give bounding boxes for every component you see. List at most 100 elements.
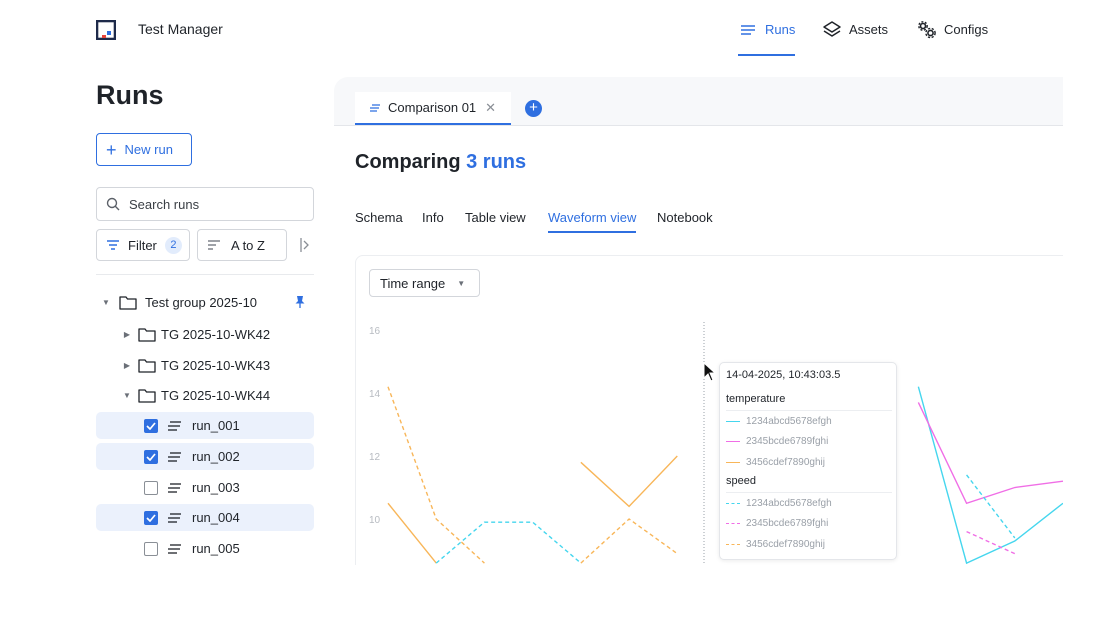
run-checkbox[interactable] (144, 541, 158, 556)
tooltip-timestamp: 14-04-2025, 10:43:03.5 (726, 369, 841, 381)
tree-folder-row[interactable]: ▼ TG 2025-10-WK44 (96, 382, 314, 409)
run-checkbox[interactable] (144, 510, 158, 525)
caret-right-icon[interactable]: ▶ (122, 361, 132, 370)
run-row-003[interactable]: run_003 (96, 474, 314, 501)
tooltip-item: 1234abcd5678efgh (726, 496, 832, 510)
legend-swatch (726, 502, 740, 504)
sort-label: A to Z (231, 237, 265, 253)
plus-icon: + (106, 139, 117, 160)
run-row-004[interactable]: run_004 (96, 504, 314, 531)
filter-label: Filter (128, 237, 157, 253)
tree-folder-label: TG 2025-10-WK44 (161, 388, 271, 403)
filter-icon (107, 240, 119, 250)
tooltip-item-label: 1234abcd5678efgh (746, 497, 832, 509)
legend-swatch (726, 461, 740, 463)
run-icon (168, 420, 181, 431)
caret-down-icon[interactable]: ▼ (122, 391, 132, 400)
run-icon (168, 451, 181, 462)
search-icon (106, 197, 120, 211)
legend-swatch (726, 522, 740, 524)
filter-button[interactable]: Filter 2 (96, 229, 190, 261)
nav-runs-label: Runs (765, 22, 796, 37)
search-box (96, 187, 314, 221)
tooltip-divider (726, 492, 892, 493)
app-logo (96, 20, 116, 40)
run-checkbox[interactable] (144, 418, 158, 433)
check-icon (146, 513, 156, 522)
run-checkbox[interactable] (144, 480, 158, 495)
y-tick-label: 12 (369, 452, 381, 463)
series-line-speed-3456cdef7890ghij (387, 386, 485, 564)
y-tick-label: 10 (369, 515, 381, 526)
check-icon (146, 452, 156, 461)
tooltip-item: 3456cdef7890ghij (726, 455, 825, 469)
series-line-speed-3456cdef7890ghij (580, 518, 678, 564)
nav-assets-label: Assets (849, 22, 889, 37)
run-icon (168, 512, 181, 523)
pin-icon[interactable] (294, 295, 306, 309)
app-title: Test Manager (138, 21, 223, 37)
tooltip-item: 3456cdef7890ghij (726, 537, 825, 551)
caret-down-icon[interactable]: ▼ (101, 298, 111, 307)
mouse-cursor-icon (703, 362, 717, 382)
series-line-speed-1234abcd5678efgh (966, 474, 1016, 539)
folder-icon (119, 295, 137, 310)
runs-icon (741, 25, 755, 35)
tooltip-item-label: 2345bcde6789fghi (746, 435, 829, 447)
folder-icon (138, 358, 156, 373)
tree-folder-row[interactable]: ▶ TG 2025-10-WK42 (96, 321, 314, 348)
sort-icon (208, 240, 220, 250)
tree-group-row[interactable]: ▼ Test group 2025-10 (96, 289, 314, 316)
run-label: run_003 (192, 480, 240, 495)
series-line-temperature-3456cdef7890ghij (580, 455, 678, 508)
series-line-speed-1234abcd5678efgh (435, 521, 582, 564)
search-input[interactable] (129, 196, 299, 212)
folder-icon (138, 388, 156, 403)
run-label: run_005 (192, 541, 240, 556)
nav-assets[interactable]: Assets (822, 20, 888, 60)
collapse-sidebar-icon[interactable] (299, 237, 311, 253)
legend-swatch (726, 440, 740, 442)
caret-right-icon[interactable]: ▶ (122, 330, 132, 339)
new-run-button[interactable]: + New run (96, 133, 192, 166)
y-tick-label: 16 (369, 326, 381, 337)
y-tick-label: 14 (369, 389, 381, 400)
tooltip-group-speed: speed (726, 475, 756, 487)
nav-configs[interactable]: Configs (917, 20, 988, 60)
series-line-temperature-1234abcd5678efgh (917, 386, 1063, 565)
run-label: run_002 (192, 449, 240, 464)
filter-count-badge: 2 (164, 236, 182, 254)
run-icon (168, 482, 181, 493)
tooltip-group-temperature: temperature (726, 393, 786, 405)
tooltip-item-label: 1234abcd5678efgh (746, 415, 832, 427)
series-line-temperature-2345bcde6789fghi (917, 402, 1063, 505)
run-row-001[interactable]: run_001 (96, 412, 314, 439)
sidebar-divider (96, 274, 314, 275)
series-line-temperature-3456cdef7890ghij (387, 502, 437, 564)
tooltip-item: 2345bcde6789fghi (726, 434, 828, 448)
run-row-005[interactable]: run_005 (96, 535, 314, 562)
series-line-speed-2345bcde6789fghi (966, 530, 1016, 555)
legend-swatch (726, 420, 740, 422)
tooltip-item: 1234abcd5678efgh (726, 414, 832, 428)
sort-button[interactable]: A to Z (197, 229, 287, 261)
nav-runs[interactable]: Runs (738, 20, 796, 60)
main-panel: Comparison 01 ✕ + Comparing 3 runs Schem… (334, 77, 1063, 565)
run-label: run_004 (192, 510, 240, 525)
tree-folder-label: TG 2025-10-WK43 (161, 358, 271, 373)
tooltip-item-label: 3456cdef7890ghij (746, 456, 825, 468)
folder-icon (138, 327, 156, 342)
tooltip-item-label: 3456cdef7890ghij (746, 538, 825, 550)
new-run-label: New run (124, 142, 173, 157)
tooltip-divider (726, 410, 892, 411)
legend-swatch (726, 543, 740, 545)
chart-tooltip: 14-04-2025, 10:43:03.5 temperature 1234a… (719, 362, 897, 560)
tooltip-item: 2345bcde6789fghi (726, 516, 828, 530)
waveform-chart[interactable]: 16 14 12 10 (334, 77, 1063, 565)
nav-configs-label: Configs (944, 22, 989, 37)
run-checkbox[interactable] (144, 449, 158, 464)
tooltip-item-label: 2345bcde6789fghi (746, 517, 829, 529)
gears-icon (918, 21, 936, 39)
tree-folder-row[interactable]: ▶ TG 2025-10-WK43 (96, 352, 314, 379)
run-row-002[interactable]: run_002 (96, 443, 314, 470)
